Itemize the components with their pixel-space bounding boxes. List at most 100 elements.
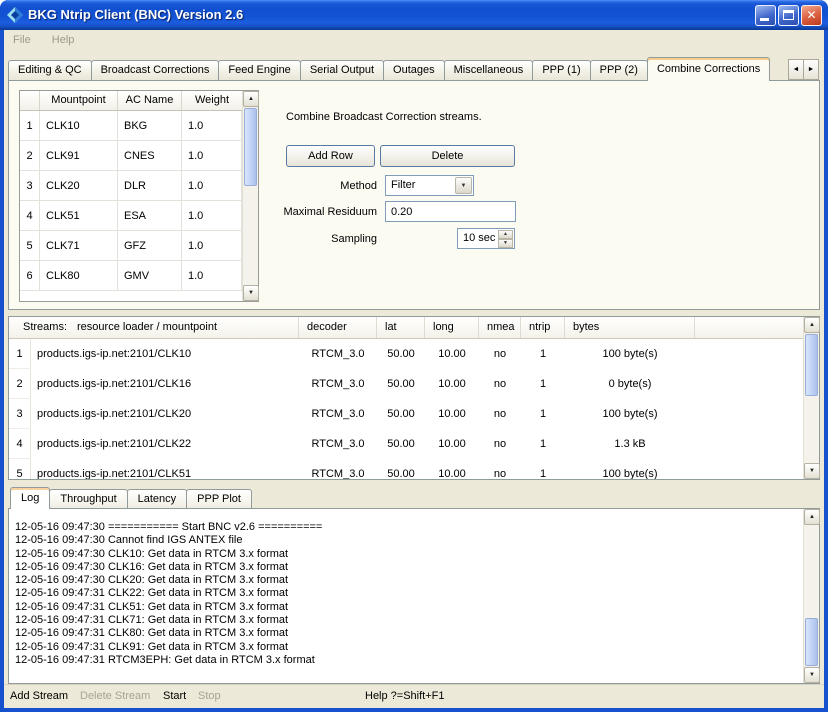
streams-scrollbar[interactable]: ▲ ▼ (803, 317, 819, 479)
mountpoint-cell[interactable]: CLK80 (40, 261, 118, 291)
weight-cell[interactable]: 1.0 (182, 111, 242, 141)
tab-ppp-1[interactable]: PPP (1) (532, 60, 590, 80)
stream-mountpoint[interactable]: products.igs-ip.net:2101/CLK20 (31, 399, 299, 429)
chevron-down-icon[interactable]: ▼ (455, 177, 472, 194)
row-number-cell[interactable]: 3 (20, 171, 40, 201)
stream-row-number[interactable]: 5 (9, 459, 31, 479)
sampling-spinner[interactable]: 10 sec ▲ ▼ (457, 228, 515, 249)
maximal-residuum-input[interactable] (385, 201, 516, 222)
tab-feed-engine[interactable]: Feed Engine (218, 60, 300, 80)
stream-bytes[interactable]: 100 byte(s) (565, 339, 695, 369)
stream-ntrip[interactable]: 1 (521, 429, 565, 459)
stream-nmea[interactable]: no (479, 429, 521, 459)
combine-table-row[interactable]: 5 CLK71 GFZ 1.0 (20, 231, 242, 261)
stream-long[interactable]: 10.00 (425, 399, 479, 429)
stream-ntrip[interactable]: 1 (521, 399, 565, 429)
stream-decoder[interactable]: RTCM_3.0 (299, 429, 377, 459)
stream-row[interactable]: 3 products.igs-ip.net:2101/CLK20 RTCM_3.… (9, 399, 803, 429)
tab-outages[interactable]: Outages (383, 60, 445, 80)
scroll-up-icon[interactable]: ▲ (804, 509, 820, 525)
stream-bytes[interactable]: 100 byte(s) (565, 459, 695, 479)
stream-mountpoint[interactable]: products.igs-ip.net:2101/CLK22 (31, 429, 299, 459)
combine-table-row[interactable]: 6 CLK80 GMV 1.0 (20, 261, 242, 291)
ac-name-cell[interactable]: CNES (118, 141, 182, 171)
stream-lat[interactable]: 50.00 (377, 399, 425, 429)
delete-button[interactable]: Delete (380, 145, 515, 167)
tab-scroll-left-button[interactable]: ◄ (788, 59, 804, 80)
stream-decoder[interactable]: RTCM_3.0 (299, 369, 377, 399)
tab-ppp-2[interactable]: PPP (2) (590, 60, 648, 80)
combine-table-row[interactable]: 2 CLK91 CNES 1.0 (20, 141, 242, 171)
mountpoint-cell[interactable]: CLK10 (40, 111, 118, 141)
ac-name-cell[interactable]: GMV (118, 261, 182, 291)
delete-stream-button[interactable]: Delete Stream (80, 690, 150, 702)
tab-combine-corrections[interactable]: Combine Corrections (647, 57, 770, 81)
stream-long[interactable]: 10.00 (425, 429, 479, 459)
stream-ntrip[interactable]: 1 (521, 459, 565, 479)
close-button[interactable]: ✕ (801, 5, 822, 26)
row-number-cell[interactable]: 1 (20, 111, 40, 141)
ac-name-cell[interactable]: DLR (118, 171, 182, 201)
tab-ppp-plot[interactable]: PPP Plot (186, 489, 252, 508)
combine-table-row[interactable]: 3 CLK20 DLR 1.0 (20, 171, 242, 201)
spin-up-icon[interactable]: ▲ (498, 230, 513, 239)
ac-name-cell[interactable]: BKG (118, 111, 182, 141)
mountpoint-cell[interactable]: CLK71 (40, 231, 118, 261)
menu-help[interactable]: Help (43, 30, 84, 52)
scrollbar-thumb[interactable] (244, 108, 257, 186)
tab-miscellaneous[interactable]: Miscellaneous (444, 60, 534, 80)
stream-bytes[interactable]: 0 byte(s) (565, 369, 695, 399)
combine-table-row[interactable]: 1 CLK10 BKG 1.0 (20, 111, 242, 141)
stream-nmea[interactable]: no (479, 399, 521, 429)
scroll-down-icon[interactable]: ▼ (804, 463, 820, 479)
menu-file[interactable]: File (4, 30, 40, 52)
tab-throughput[interactable]: Throughput (49, 489, 127, 508)
stream-long[interactable]: 10.00 (425, 459, 479, 479)
weight-cell[interactable]: 1.0 (182, 261, 242, 291)
stream-row[interactable]: 1 products.igs-ip.net:2101/CLK10 RTCM_3.… (9, 339, 803, 369)
stream-row[interactable]: 2 products.igs-ip.net:2101/CLK16 RTCM_3.… (9, 369, 803, 399)
weight-cell[interactable]: 1.0 (182, 201, 242, 231)
stream-nmea[interactable]: no (479, 459, 521, 479)
stream-row[interactable]: 4 products.igs-ip.net:2101/CLK22 RTCM_3.… (9, 429, 803, 459)
combine-table-scrollbar[interactable]: ▲ ▼ (242, 91, 258, 301)
start-button[interactable]: Start (163, 690, 186, 702)
stream-nmea[interactable]: no (479, 339, 521, 369)
weight-cell[interactable]: 1.0 (182, 141, 242, 171)
stream-mountpoint[interactable]: products.igs-ip.net:2101/CLK51 (31, 459, 299, 479)
stop-button[interactable]: Stop (198, 690, 221, 702)
log-scrollbar[interactable]: ▲ ▼ (803, 509, 819, 683)
mountpoint-cell[interactable]: CLK20 (40, 171, 118, 201)
row-number-cell[interactable]: 4 (20, 201, 40, 231)
stream-ntrip[interactable]: 1 (521, 339, 565, 369)
tab-latency[interactable]: Latency (127, 489, 188, 508)
minimize-button[interactable] (755, 5, 776, 26)
scrollbar-thumb[interactable] (805, 618, 818, 666)
mountpoint-cell[interactable]: CLK51 (40, 201, 118, 231)
tab-broadcast-corrections[interactable]: Broadcast Corrections (91, 60, 220, 80)
mountpoint-cell[interactable]: CLK91 (40, 141, 118, 171)
scroll-up-icon[interactable]: ▲ (804, 317, 820, 333)
scrollbar-thumb[interactable] (805, 334, 818, 396)
stream-lat[interactable]: 50.00 (377, 339, 425, 369)
stream-ntrip[interactable]: 1 (521, 369, 565, 399)
row-number-cell[interactable]: 6 (20, 261, 40, 291)
stream-decoder[interactable]: RTCM_3.0 (299, 339, 377, 369)
ac-name-cell[interactable]: GFZ (118, 231, 182, 261)
weight-cell[interactable]: 1.0 (182, 171, 242, 201)
add-row-button[interactable]: Add Row (286, 145, 375, 167)
stream-bytes[interactable]: 100 byte(s) (565, 399, 695, 429)
stream-mountpoint[interactable]: products.igs-ip.net:2101/CLK16 (31, 369, 299, 399)
stream-row[interactable]: 5 products.igs-ip.net:2101/CLK51 RTCM_3.… (9, 459, 803, 479)
stream-row-number[interactable]: 4 (9, 429, 31, 459)
stream-row-number[interactable]: 1 (9, 339, 31, 369)
stream-decoder[interactable]: RTCM_3.0 (299, 399, 377, 429)
add-stream-button[interactable]: Add Stream (10, 690, 68, 702)
maximize-button[interactable] (778, 5, 799, 26)
stream-row-number[interactable]: 3 (9, 399, 31, 429)
stream-nmea[interactable]: no (479, 369, 521, 399)
tab-editing-qc[interactable]: Editing & QC (8, 60, 92, 80)
weight-cell[interactable]: 1.0 (182, 231, 242, 261)
method-dropdown[interactable]: Filter ▼ (385, 175, 474, 196)
scroll-down-icon[interactable]: ▼ (804, 667, 820, 683)
